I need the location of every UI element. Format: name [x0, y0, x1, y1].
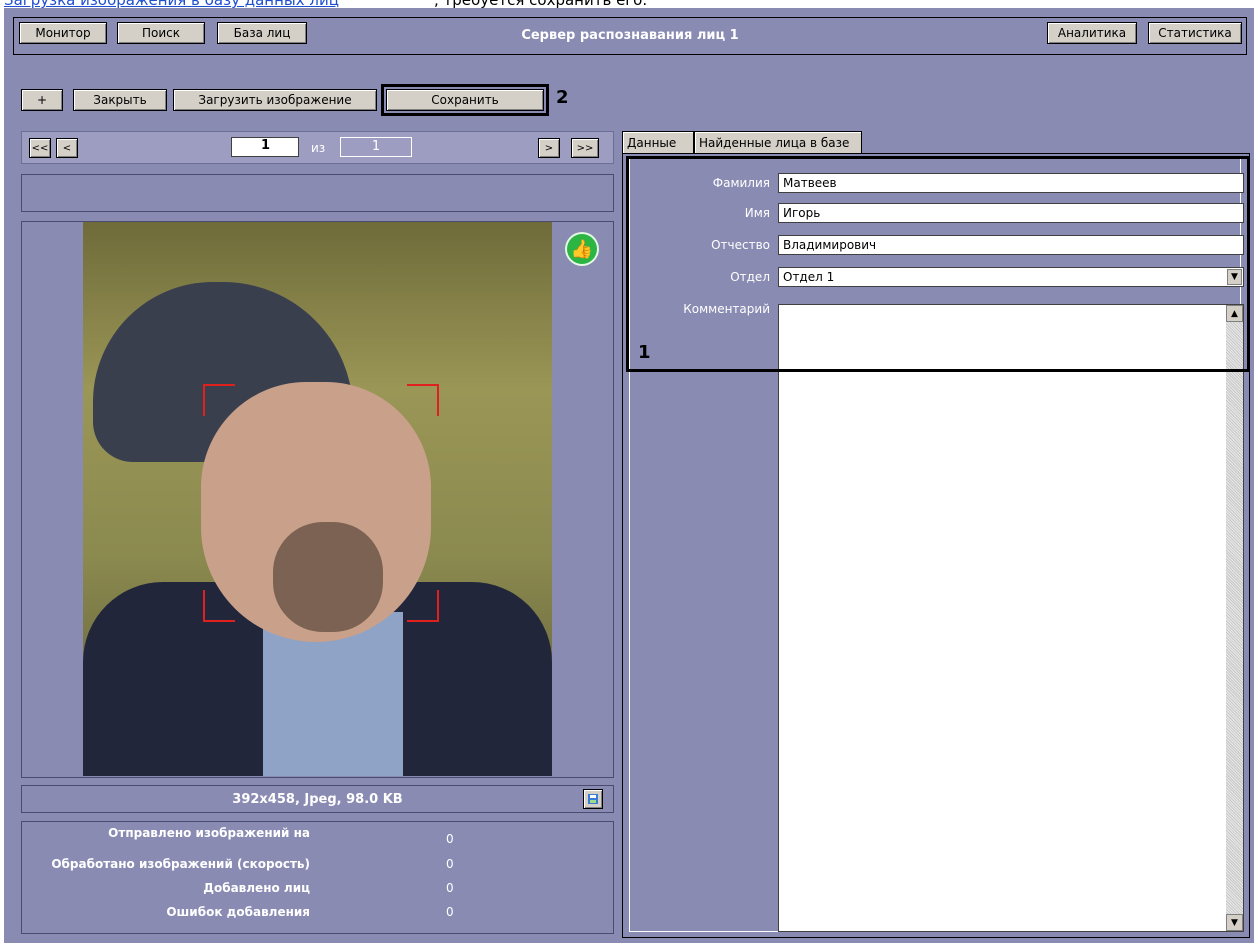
- save-image-icon[interactable]: [583, 789, 603, 809]
- page-navigation: << < 1 из 1 > >>: [21, 131, 614, 164]
- save-button[interactable]: Сохранить: [386, 89, 544, 111]
- face-frame-corner-bl: [203, 590, 235, 622]
- image-info: 392x458, Jpeg, 98.0 KB: [232, 792, 403, 807]
- load-image-button[interactable]: Загрузить изображение: [173, 89, 377, 111]
- stat-label-sent: Отправлено изображений на: [108, 826, 310, 840]
- last-page-button[interactable]: >>: [571, 138, 599, 158]
- stat-value-added: 0: [446, 881, 454, 895]
- next-page-button[interactable]: >: [538, 138, 560, 158]
- first-page-button[interactable]: <<: [29, 138, 51, 158]
- face-frame-corner-tl: [203, 384, 235, 416]
- image-preview-panel: 👍: [21, 221, 614, 778]
- callout-1: 1: [638, 342, 651, 363]
- status-panel: [21, 174, 614, 212]
- statistics-button[interactable]: Статистика: [1148, 22, 1242, 44]
- scroll-down-icon[interactable]: ▼: [1226, 914, 1243, 931]
- stat-label-errors: Ошибок добавления: [166, 905, 310, 919]
- comment-textarea[interactable]: ▲ ▼: [778, 304, 1244, 932]
- beard-shape: [273, 522, 383, 632]
- total-pages: 1: [340, 137, 412, 157]
- stat-label-added: Добавлено лиц: [203, 881, 310, 895]
- face-frame-corner-br: [407, 590, 439, 622]
- tab-found-faces[interactable]: Найденные лица в базе: [694, 131, 862, 153]
- comment-scrollbar[interactable]: ▲ ▼: [1226, 305, 1243, 931]
- prev-page-button[interactable]: <: [56, 138, 78, 158]
- image-info-bar: 392x458, Jpeg, 98.0 KB: [21, 785, 614, 813]
- analytics-button[interactable]: Аналитика: [1047, 22, 1137, 44]
- stat-value-processed: 0: [446, 857, 454, 871]
- close-button[interactable]: Закрыть: [73, 89, 167, 111]
- form-highlight: [626, 156, 1250, 372]
- stat-label-processed: Обработано изображений (скорость): [51, 857, 310, 871]
- tab-data[interactable]: Данные: [622, 131, 694, 153]
- of-label: из: [311, 141, 326, 155]
- header-bar: Монитор Поиск База лиц Сервер распознава…: [13, 17, 1247, 55]
- current-page-input[interactable]: 1: [231, 137, 299, 157]
- add-button[interactable]: +: [21, 89, 63, 111]
- thumbs-up-icon: 👍: [565, 232, 599, 266]
- stat-value-sent: 0: [446, 832, 454, 846]
- stats-panel: Отправлено изображений на 0 Обработано и…: [21, 821, 614, 934]
- callout-2: 2: [556, 87, 569, 108]
- face-server-window: Монитор Поиск База лиц Сервер распознава…: [4, 8, 1254, 943]
- stat-value-errors: 0: [446, 905, 454, 919]
- face-frame-corner-tr: [407, 384, 439, 416]
- face-photo: [83, 222, 552, 776]
